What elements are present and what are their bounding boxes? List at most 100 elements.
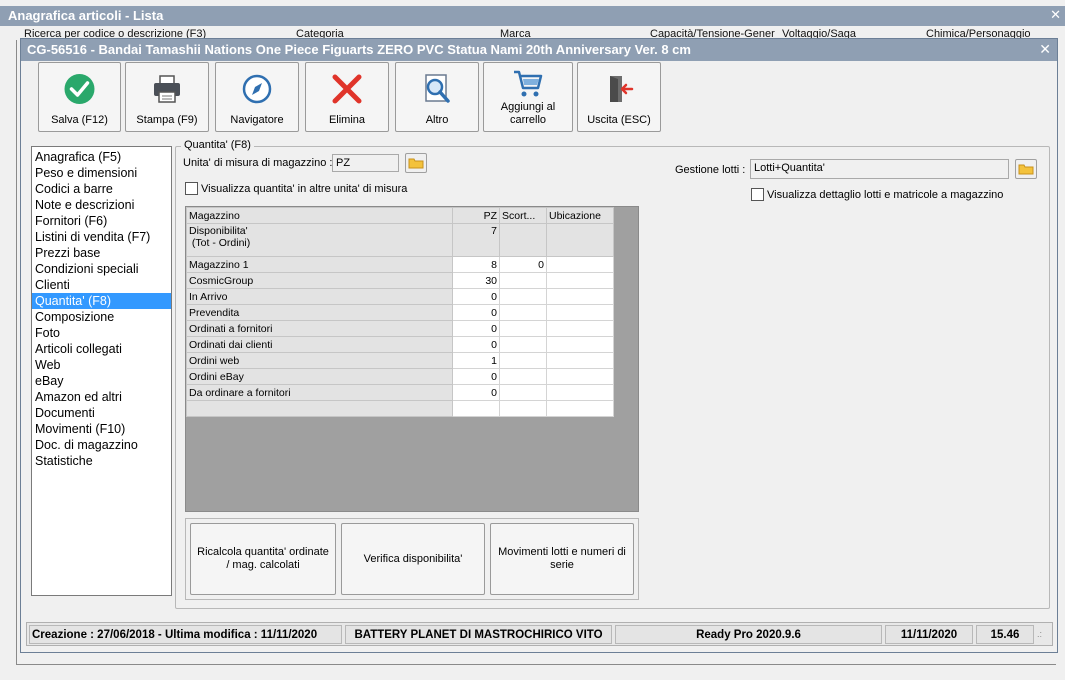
stock-min-cell[interactable] — [499, 320, 547, 337]
dialog-close-icon[interactable]: ✕ — [1039, 41, 1051, 58]
table-row[interactable]: CosmicGroup 30 — [186, 272, 614, 289]
nav-item[interactable]: Note e descrizioni — [32, 197, 171, 213]
check-circle-icon — [39, 72, 120, 106]
location-cell[interactable] — [546, 400, 614, 417]
stock-min-cell[interactable] — [499, 352, 547, 369]
nav-item[interactable]: Doc. di magazzino — [32, 437, 171, 453]
stock-min-cell[interactable] — [499, 223, 547, 257]
pz-cell[interactable]: 1 — [452, 352, 500, 369]
nav-item[interactable]: Movimenti (F10) — [32, 421, 171, 437]
nav-item[interactable]: Quantita' (F8) — [32, 293, 171, 309]
location-cell[interactable] — [546, 352, 614, 369]
stock-min-cell[interactable] — [499, 288, 547, 305]
nav-item[interactable]: Peso e dimensioni — [32, 165, 171, 181]
pz-cell[interactable]: 0 — [452, 320, 500, 337]
pz-cell[interactable]: 8 — [452, 256, 500, 273]
nav-item[interactable]: Fornitori (F6) — [32, 213, 171, 229]
nav-item[interactable]: Statistiche — [32, 453, 171, 469]
pz-cell[interactable]: 0 — [452, 368, 500, 385]
exit-button[interactable]: Uscita (ESC) — [577, 62, 661, 132]
warehouse-cell[interactable]: CosmicGroup — [186, 272, 453, 289]
pz-cell[interactable] — [452, 400, 500, 417]
nav-item[interactable]: Composizione — [32, 309, 171, 325]
nav-item[interactable]: Listini di vendita (F7) — [32, 229, 171, 245]
more-button[interactable]: Altro — [395, 62, 479, 132]
pz-cell[interactable]: 0 — [452, 336, 500, 353]
pz-cell[interactable]: 30 — [452, 272, 500, 289]
pz-cell[interactable]: 0 — [452, 304, 500, 321]
pz-cell[interactable]: 7 — [452, 223, 500, 257]
nav-item[interactable]: Foto — [32, 325, 171, 341]
header-pz[interactable]: PZ — [452, 207, 500, 224]
warehouse-cell[interactable]: Da ordinare a fornitori — [186, 384, 453, 401]
nav-item[interactable]: Condizioni speciali — [32, 261, 171, 277]
location-cell[interactable] — [546, 368, 614, 385]
table-row[interactable]: Prevendita 0 — [186, 304, 614, 321]
location-cell[interactable] — [546, 384, 614, 401]
table-row[interactable]: Ordinati dai clienti 0 — [186, 336, 614, 353]
location-cell[interactable] — [546, 304, 614, 321]
pz-cell[interactable]: 0 — [452, 288, 500, 305]
nav-item[interactable]: Codici a barre — [32, 181, 171, 197]
warehouse-cell[interactable]: Prevendita — [186, 304, 453, 321]
location-cell[interactable] — [546, 320, 614, 337]
stock-min-cell[interactable]: 0 — [499, 256, 547, 273]
location-cell[interactable] — [546, 256, 614, 273]
stock-min-cell[interactable] — [499, 368, 547, 385]
background-close-icon[interactable]: ✕ — [1050, 7, 1061, 23]
nav-item[interactable]: Anagrafica (F5) — [32, 149, 171, 165]
lots-browse-button[interactable] — [1015, 159, 1037, 179]
warehouse-cell[interactable]: Ordinati a fornitori — [186, 320, 453, 337]
warehouse-cell[interactable]: Magazzino 1 — [186, 256, 453, 273]
warehouse-cell[interactable]: Ordini eBay — [186, 368, 453, 385]
warehouse-cell[interactable] — [186, 400, 453, 417]
add-to-cart-button[interactable]: Aggiungi al carrello — [483, 62, 573, 132]
check-availability-button[interactable]: Verifica disponibilita' — [341, 523, 485, 595]
nav-item[interactable]: Prezzi base — [32, 245, 171, 261]
stock-min-cell[interactable] — [499, 336, 547, 353]
location-cell[interactable] — [546, 336, 614, 353]
warehouse-cell[interactable]: Disponibilita' (Tot - Ordini) — [186, 223, 453, 257]
stock-min-cell[interactable] — [499, 304, 547, 321]
table-row[interactable]: In Arrivo 0 — [186, 288, 614, 305]
warehouse-cell[interactable]: In Arrivo — [186, 288, 453, 305]
table-row[interactable]: Ordini web 1 — [186, 352, 614, 369]
delete-button[interactable]: Elimina — [305, 62, 389, 132]
header-warehouse[interactable]: Magazzino — [186, 207, 453, 224]
save-button[interactable]: Salva (F12) — [38, 62, 121, 132]
show-other-units-checkbox[interactable] — [185, 182, 198, 195]
recalc-button[interactable]: Ricalcola quantita' ordinate / mag. calc… — [190, 523, 336, 595]
nav-item[interactable]: Articoli collegati — [32, 341, 171, 357]
table-row[interactable]: Ordini eBay 0 — [186, 368, 614, 385]
table-row[interactable]: Disponibilita' (Tot - Ordini) 7 — [186, 223, 614, 257]
nav-item[interactable]: eBay — [32, 373, 171, 389]
location-cell[interactable] — [546, 223, 614, 257]
table-row[interactable]: Ordinati a fornitori 0 — [186, 320, 614, 337]
header-stock-min[interactable]: Scort... — [499, 207, 547, 224]
show-lots-detail-checkbox[interactable] — [751, 188, 764, 201]
nav-item[interactable]: Clienti — [32, 277, 171, 293]
pz-cell[interactable]: 0 — [452, 384, 500, 401]
table-row[interactable]: Magazzino 180 — [186, 256, 614, 273]
table-row[interactable] — [186, 400, 614, 417]
location-cell[interactable] — [546, 272, 614, 289]
background-frame-bottom — [16, 664, 1056, 665]
location-cell[interactable] — [546, 288, 614, 305]
table-row[interactable]: Da ordinare a fornitori 0 — [186, 384, 614, 401]
nav-item[interactable]: Web — [32, 357, 171, 373]
resize-grip-icon[interactable]: .: — [1037, 629, 1042, 639]
uom-field[interactable]: PZ — [332, 154, 399, 172]
header-location[interactable]: Ubicazione — [546, 207, 614, 224]
uom-browse-button[interactable] — [405, 153, 427, 173]
warehouse-cell[interactable]: Ordinati dai clienti — [186, 336, 453, 353]
print-button[interactable]: Stampa (F9) — [125, 62, 209, 132]
warehouse-cell[interactable]: Ordini web — [186, 352, 453, 369]
navigator-button[interactable]: Navigatore — [215, 62, 299, 132]
nav-item[interactable]: Amazon ed altri — [32, 389, 171, 405]
stock-min-cell[interactable] — [499, 272, 547, 289]
nav-item[interactable]: Documenti — [32, 405, 171, 421]
stock-min-cell[interactable] — [499, 400, 547, 417]
stock-min-cell[interactable] — [499, 384, 547, 401]
lots-movements-button[interactable]: Movimenti lotti e numeri di serie — [490, 523, 634, 595]
lots-field[interactable]: Lotti+Quantita' — [750, 159, 1009, 179]
